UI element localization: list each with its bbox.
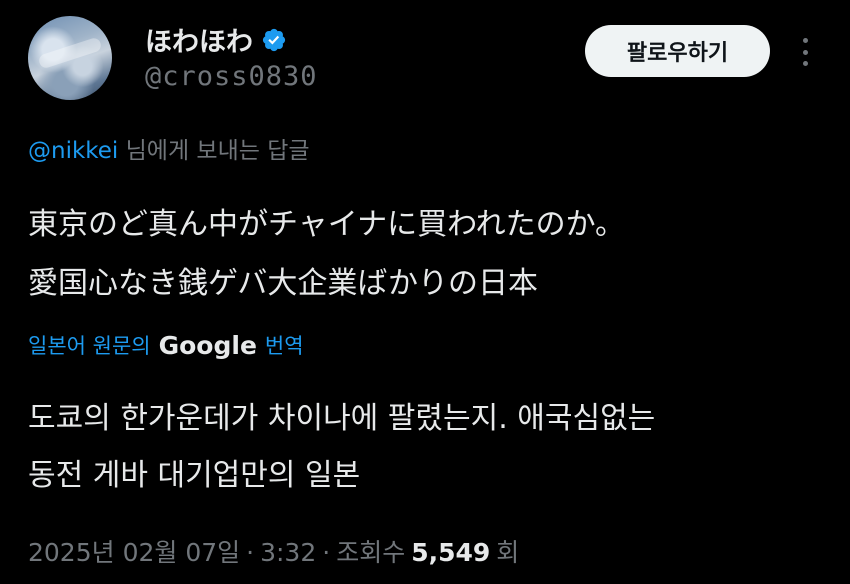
author-handle[interactable]: @cross0830	[145, 61, 318, 92]
views-count[interactable]: 5,549	[411, 538, 490, 567]
author-name-row: ほわほわ	[145, 20, 287, 59]
views-label: 조회수	[336, 538, 406, 567]
follow-button[interactable]: 팔로우하기	[585, 25, 770, 77]
reply-context-label: 님에게 보내는 답글	[118, 138, 310, 164]
translation-header[interactable]: 일본어 원문의 Google 번역	[28, 330, 304, 360]
avatar-image-detail	[37, 36, 103, 70]
avatar[interactable]	[28, 16, 112, 100]
author-display-name[interactable]: ほわほわ	[145, 20, 253, 59]
tweet-time[interactable]: 3:32	[260, 538, 316, 567]
reply-mention-link[interactable]: @nikkei	[28, 138, 118, 164]
verified-badge-icon	[262, 28, 286, 51]
more-options-icon[interactable]	[797, 38, 813, 66]
translation-source-label: 일본어 원문의	[28, 334, 151, 358]
tweet-meta: 2025년 02월 07일 · 3:32 · 조회수 5,549 회	[28, 533, 519, 569]
translate-action-link[interactable]: 번역	[265, 330, 304, 360]
tweet-date[interactable]: 2025년 02월 07일	[28, 533, 240, 569]
views-unit: 회	[496, 538, 520, 567]
meta-separator: ·	[322, 538, 331, 567]
google-logo: Google	[158, 330, 257, 360]
tweet-text: 東京のど真ん中がチャイナに買われたのか。 愛国心なき銭ゲバ大企業ばかりの日本	[28, 207, 625, 301]
meta-separator: ·	[246, 538, 255, 567]
translated-text: 도쿄의 한가운데가 차이나에 팔렸는지. 애국심없는 동전 게바 대기업만의 일…	[28, 401, 656, 493]
reply-context: @nikkei 님에게 보내는 답글	[28, 131, 310, 165]
